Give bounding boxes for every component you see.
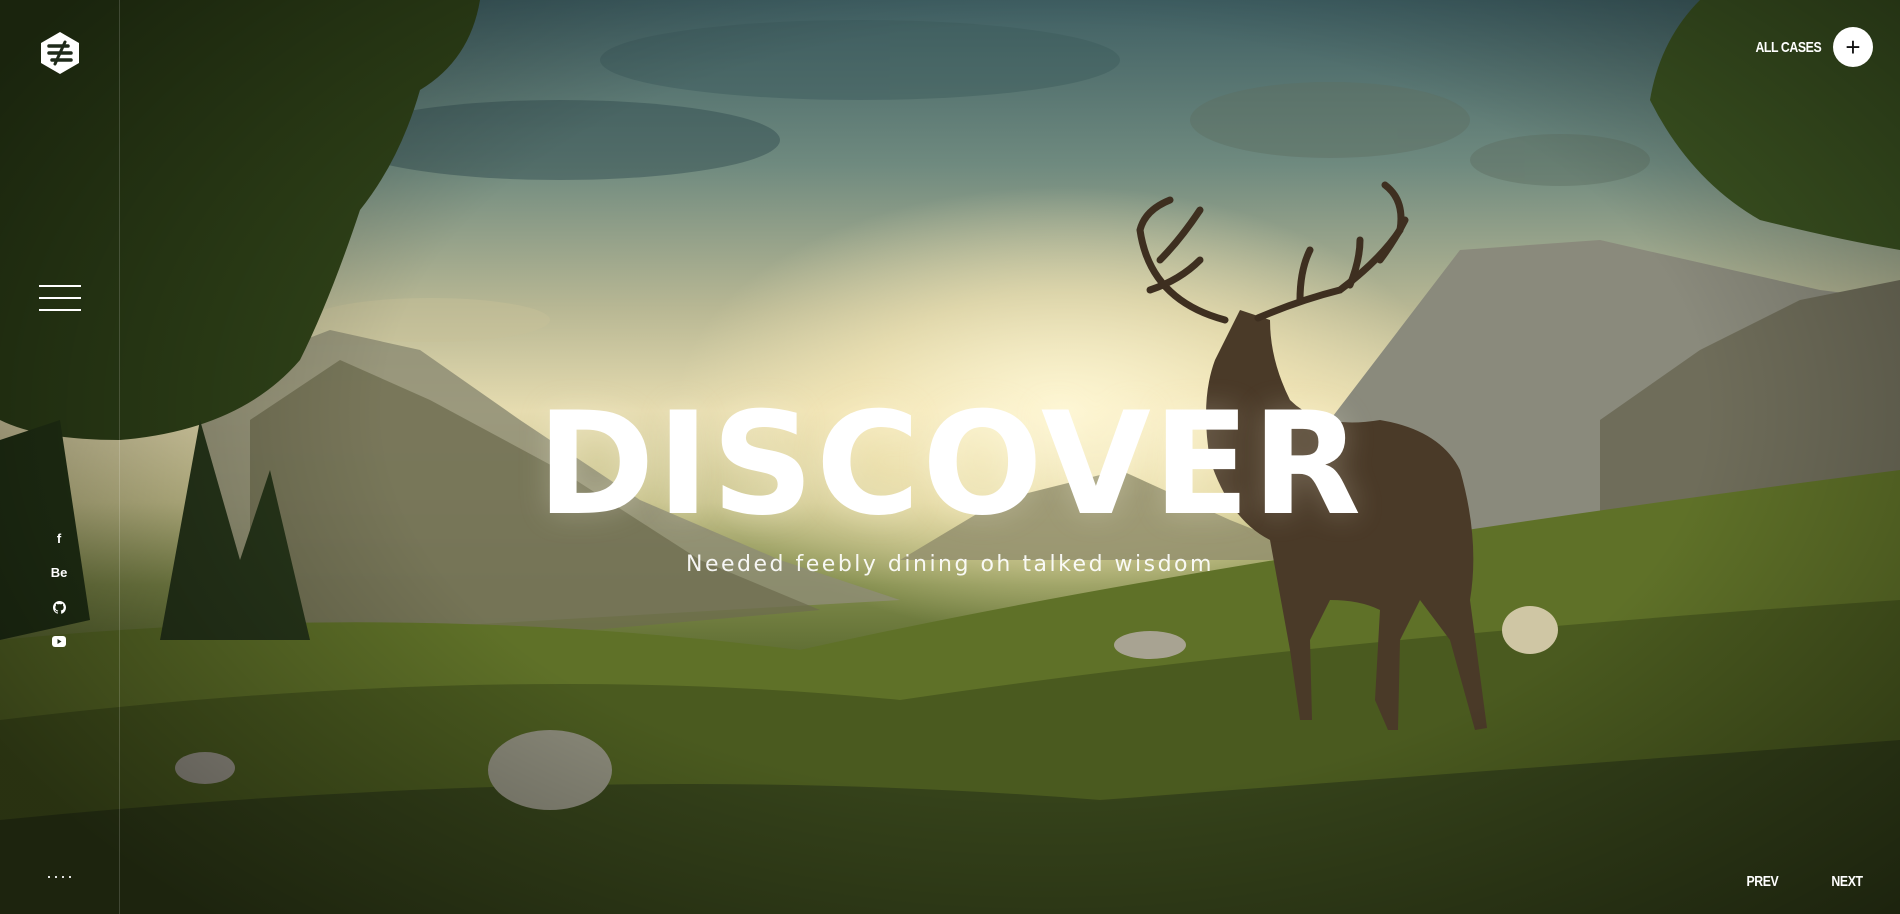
hero-subtitle: Needed feebly dining oh talked wisdom — [686, 552, 1214, 577]
all-cases-link[interactable]: ALL CASES + — [1741, 27, 1873, 67]
hero-title: DISCOVER — [536, 382, 1364, 547]
prev-button[interactable]: PREV — [1747, 873, 1779, 890]
github-icon[interactable] — [44, 590, 74, 624]
youtube-icon[interactable] — [44, 624, 74, 658]
next-button[interactable]: NEXT — [1831, 873, 1863, 890]
all-cases-label: ALL CASES — [1755, 38, 1821, 56]
plus-icon[interactable]: + — [1833, 27, 1873, 67]
social-links: f Be — [44, 522, 74, 658]
page: f Be ···· ALL CASES + DISCOVER Needed fe… — [0, 0, 1900, 914]
more-options-icon[interactable]: ···· — [46, 867, 74, 885]
slider-navigation: PREV NEXT — [1743, 873, 1866, 890]
hamburger-menu-icon[interactable] — [39, 283, 81, 313]
brand-logo-icon[interactable] — [38, 31, 82, 75]
